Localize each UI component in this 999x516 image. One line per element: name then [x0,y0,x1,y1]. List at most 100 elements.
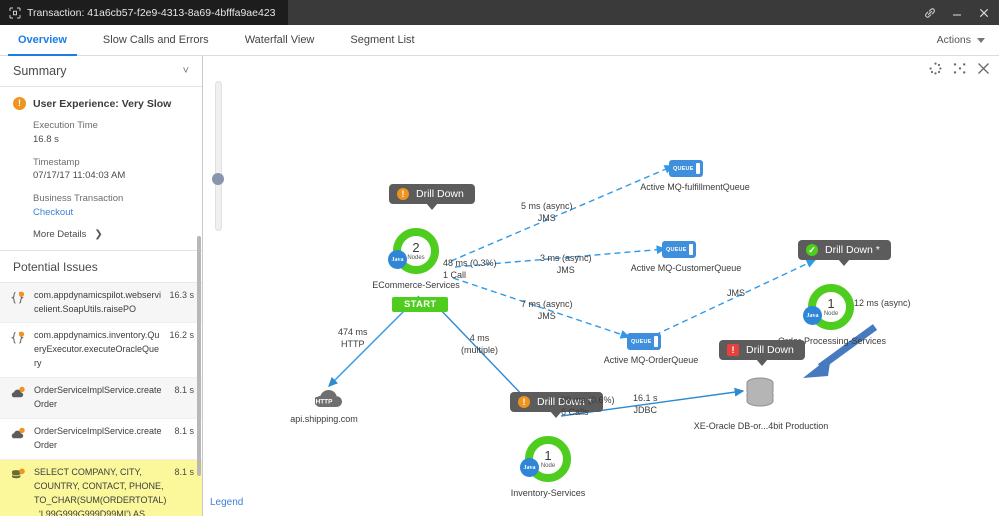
java-agent-label: Java [523,464,536,471]
check-icon: ✓ [806,244,818,256]
node-queue-customer[interactable]: QUEUE Active MQ-CustomerQueue [631,241,741,273]
actions-menu-label: Actions [936,34,971,46]
field-business-transaction: Business Transaction Checkout [33,192,189,220]
node-label-queue-customer: Active MQ-CustomerQueue [630,263,742,273]
node-ring-order-processing[interactable]: 1 Node Java [803,284,854,330]
user-experience-label: User Experience: Very Slow [33,97,172,110]
node-queue-fulfillment[interactable]: QUEUE Active MQ-fulfillmentQueue [640,160,750,192]
edge-line1: 48 ms (0.3%) [443,258,497,268]
edge-line1: 4 ms [469,333,490,343]
edge-line2: (multiple) [461,345,499,356]
cloud-icon [10,384,26,405]
summary-header[interactable]: Summary ˅ [0,56,202,87]
edge-line1: 12 ms (async) [854,298,911,308]
business-transaction-link[interactable]: Checkout [33,206,189,220]
list-item[interactable]: OrderServiceImplService.createOrder 8.1 … [0,378,202,420]
node-label-xe-oracle-db: XE-Oracle DB-or...4bit Production [693,421,829,431]
link-icon[interactable] [923,6,937,20]
edge-line2: JMS [556,265,575,276]
chevron-down-icon [977,37,985,43]
node-ring-inventory[interactable]: 1 Node Java [520,436,571,482]
edge-label-ecommerce-customer: 3 ms (async) JMS [540,252,592,276]
node-label-queue-order: Active MQ-OrderQueue [603,355,699,365]
summary-title: Summary [13,64,67,78]
field-timestamp: Timestamp 07/17/17 11:04:03 AM [33,156,189,184]
edge-line2: HTTP [341,339,365,350]
chevron-down-icon[interactable]: ˅ [183,65,189,77]
edge-label-ecommerce-fulfillment: 5 ms (async) JMS [521,200,573,224]
drilldown-button-ecommerce[interactable]: ! Drill Down [389,184,475,210]
node-ring-ecommerce[interactable]: 2 Nodes Java [388,228,439,274]
queue-bar [653,336,658,347]
transaction-icon [9,7,21,19]
edge-label-order-processing-self: 12 ms (async) [854,297,911,309]
queue-icon: QUEUE [662,241,696,258]
queue-badge-label: QUEUE [673,165,694,172]
node-queue-order[interactable]: QUEUE Active MQ-OrderQueue [604,333,698,365]
database-icon [743,376,777,419]
node-inventory-services[interactable]: ! Drill Down * 1 Node Java Inventory-Ser… [510,392,603,498]
execution-time-value: 16.8 s [33,133,59,145]
execution-time-label: Execution Time [33,120,98,131]
edge-line1: 99 ms (0.6%) [561,395,615,405]
java-agent-icon: Java [388,250,407,269]
summary-sidebar: Summary ˅ ! User Experience: Very Slow E… [0,56,203,516]
edge-line2: JMS [537,311,556,322]
node-unit: Node [823,311,839,317]
tab-waterfall-view[interactable]: Waterfall View [227,25,333,55]
queue-badge-label: QUEUE [666,246,687,253]
tab-segment-list-label: Segment List [350,34,415,46]
sidebar-scrollbar[interactable] [197,236,201,476]
java-agent-label: Java [806,312,819,319]
node-unit: Node [540,463,556,469]
queue-icon: QUEUE [669,160,703,177]
tab-slow-calls-and-errors[interactable]: Slow Calls and Errors [85,25,227,55]
tab-segment-list[interactable]: Segment List [332,25,432,55]
list-item[interactable]: com.appdynamicspilot.webservicelient.Soa… [0,282,202,324]
issue-time: 16.3 s [169,289,194,300]
code-brace-icon [10,289,26,310]
database-icon [10,466,26,487]
warning-icon: ! [397,188,409,200]
issue-time: 8.1 s [174,426,194,437]
tab-overview[interactable]: Overview [0,25,85,56]
issue-name: com.appdynamics.inventory.QueryExecutor.… [34,330,160,369]
drilldown-button-order-processing[interactable]: ✓ Drill Down * [798,240,891,266]
warning-icon: ! [13,97,26,110]
drilldown-button-xe-oracle-db[interactable]: ! Drill Down [719,340,805,366]
window-tab[interactable]: Transaction: 41a6cb57-f2e9-4313-8a69-4bf… [0,0,288,25]
list-item[interactable]: com.appdynamics.inventory.QueryExecutor.… [0,323,202,379]
flowmap-edges [328,165,878,417]
edge-label-api-ecommerce: 474 ms HTTP [338,326,368,350]
more-details-button[interactable]: More Details ❯ [33,229,189,240]
summary-body: ! User Experience: Very Slow Execution T… [0,87,202,251]
queue-badge-label: QUEUE [631,338,652,345]
node-ecommerce-services[interactable]: ! Drill Down 2 Nodes Java ECommerce-Serv… [372,184,475,312]
field-execution-time: Execution Time 16.8 s [33,119,189,147]
potential-issues-title: Potential Issues [0,251,202,283]
legend-link[interactable]: Legend [210,497,243,508]
node-label-inventory: Inventory-Services [510,488,586,498]
node-order-processing-services[interactable]: ✓ Drill Down * 1 Node Java Order-Process… [778,240,891,346]
window-titlebar: Transaction: 41a6cb57-f2e9-4313-8a69-4bf… [0,0,999,25]
flowmap-canvas[interactable]: ! Drill Down 2 Nodes Java ECommerce-Serv… [203,56,999,516]
node-label-api-shipping: api.shipping.com [290,414,358,424]
svg-text:HTTP: HTTP [316,398,333,405]
cloud-icon [10,425,26,446]
close-icon[interactable] [977,6,991,20]
edge-label-ecommerce-self: 48 ms (0.3%) 1 Call [443,257,497,281]
edge-line1: 16.1 s [633,393,658,403]
node-api-shipping[interactable]: HTTP api.shipping.com [290,386,358,424]
issue-name: com.appdynamicspilot.webservicelient.Soa… [34,289,162,314]
queue-icon: QUEUE [627,333,661,350]
list-item[interactable]: SELECT COMPANY, CITY, COUNTRY, CONTACT, … [0,460,202,516]
list-item[interactable]: OrderServiceImplService.createOrder 8.1 … [0,419,202,461]
minimize-icon[interactable] [950,6,964,20]
issue-name: SELECT COMPANY, CITY, COUNTRY, CONTACT, … [34,467,167,516]
more-details-label: More Details [33,228,87,240]
tab-overview-label: Overview [18,34,67,46]
actions-menu[interactable]: Actions [923,25,999,55]
java-agent-icon: Java [520,458,539,477]
edge-label-order-queue-processing: JMS [727,287,745,299]
edge-line2: JMS [537,213,556,224]
